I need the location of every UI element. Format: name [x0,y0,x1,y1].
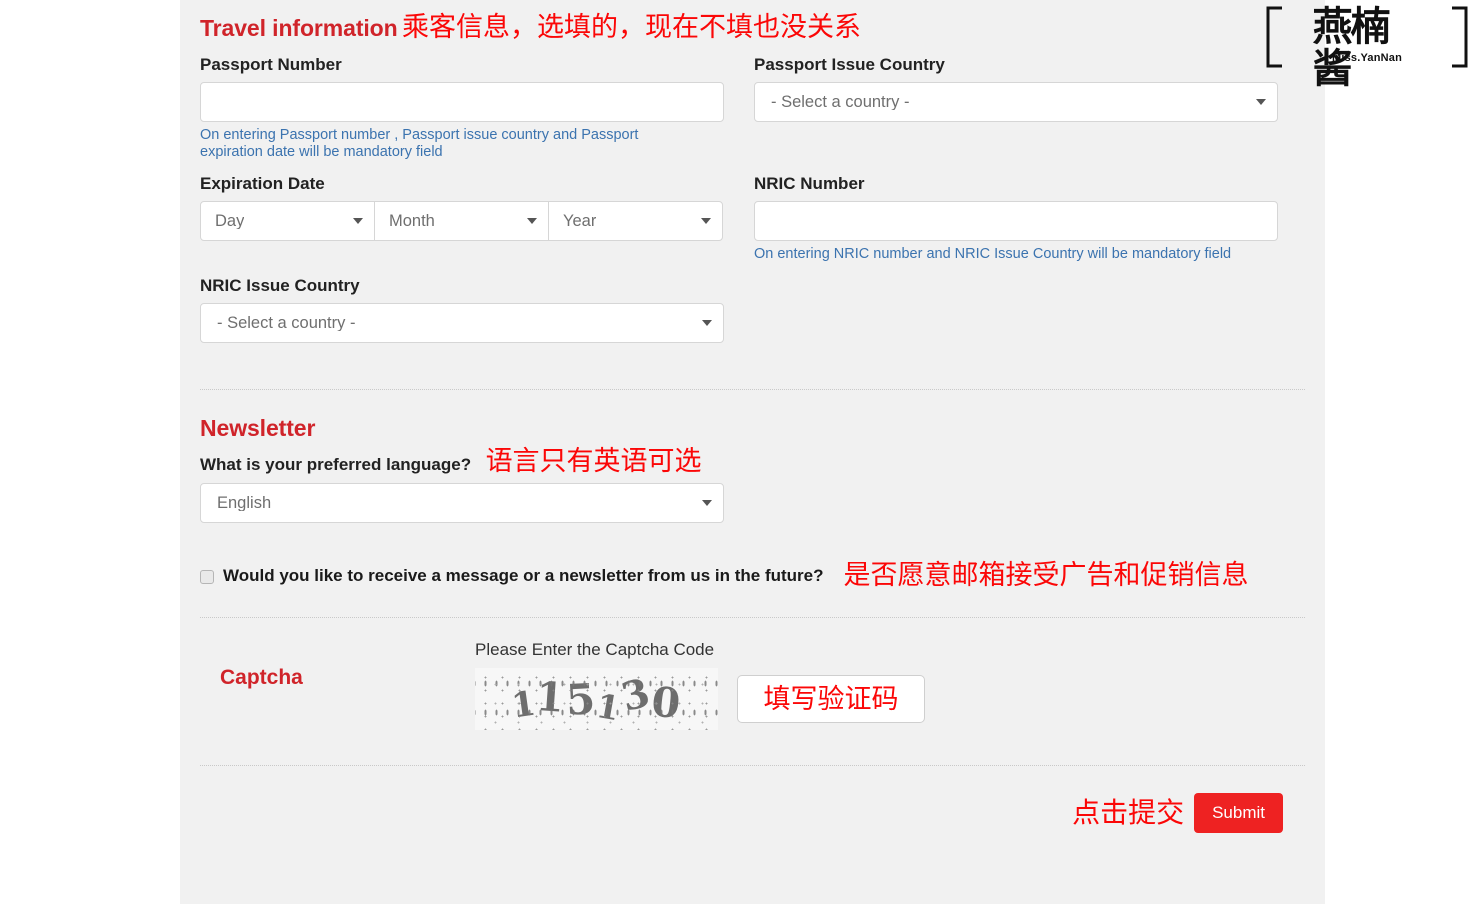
expiration-year-select[interactable]: Year [548,201,723,241]
nric-issue-country-group: NRIC Issue Country - Select a country - [200,275,724,343]
chevron-down-icon [701,218,711,224]
nric-number-group: NRIC Number On entering NRIC number and … [754,173,1278,263]
submit-row: 点击提交 Submit [200,793,1305,833]
passport-issue-country-group: Passport Issue Country - Select a countr… [754,54,1278,161]
captcha-title: Captcha [220,666,303,689]
chevron-down-icon [702,320,712,326]
travel-information-header: Travel information 乘客信息，选填的，现在不填也没关系 [200,0,1305,42]
expiration-date-selects: Day Month Year [200,201,724,241]
captcha-image[interactable]: 115130 [475,668,718,730]
spacer-column [754,275,1278,343]
expiration-year-value: Year [563,212,597,230]
captcha-line: 115130 填写验证码 [475,668,1305,730]
expiration-month-value: Month [389,212,435,230]
language-question-row: What is your preferred language? 语言只有英语可… [200,448,1305,475]
chevron-down-icon [527,218,537,224]
passport-issue-country-label: Passport Issue Country [754,55,945,74]
newsletter-title: Newsletter [200,415,316,441]
form-content: Travel information 乘客信息，选填的，现在不填也没关系 Pas… [200,0,1305,833]
expiration-day-value: Day [215,212,245,230]
watermark-sub-text: Miss.YanNan [1331,52,1403,64]
expiration-day-select[interactable]: Day [200,201,375,241]
divider-captcha-submit [200,765,1305,766]
divider-newsletter-captcha [200,617,1305,618]
nric-helper-text: On entering NRIC number and NRIC Issue C… [754,246,1232,262]
newsletter-consent-label: Would you like to receive a message or a… [223,565,824,585]
passport-issue-country-value: - Select a country - [771,93,910,111]
passport-helper-text: On entering Passport number , Passport i… [200,127,639,160]
passport-issue-country-select[interactable]: - Select a country - [754,82,1278,122]
passport-number-label: Passport Number [200,55,342,74]
divider-travel-newsletter [200,389,1305,390]
submit-button[interactable]: Submit [1194,793,1283,833]
chevron-down-icon [1256,99,1266,105]
passport-number-input[interactable] [200,82,724,122]
passport-number-group: Passport Number On entering Passport num… [200,54,724,161]
language-select[interactable]: English [200,483,724,523]
nric-number-input[interactable] [754,201,1278,241]
chevron-down-icon [353,218,363,224]
captcha-section: Captcha Please Enter the Captcha Code 11… [200,640,1305,730]
submit-annotation: 点击提交 [1072,796,1185,829]
travel-annotation: 乘客信息，选填的，现在不填也没关系 [402,12,862,43]
language-value: English [217,494,272,512]
expiration-date-label: Expiration Date [200,174,325,193]
newsletter-consent-checkbox[interactable] [200,569,214,584]
captcha-input[interactable]: 填写验证码 [737,675,925,723]
language-annotation: 语言只有英语可选 [485,446,702,477]
expiration-month-select[interactable]: Month [374,201,549,241]
expiration-date-group: Expiration Date Day Month Year [200,173,724,263]
language-question-label: What is your preferred language? [200,455,472,474]
page-root: Travel information 乘客信息，选填的，现在不填也没关系 Pas… [0,0,1484,904]
expiration-nric-row: Expiration Date Day Month Year NRIC Numb… [200,173,1305,263]
captcha-prompt: Please Enter the Captcha Code [475,640,715,659]
form-panel: Travel information 乘客信息，选填的，现在不填也没关系 Pas… [180,0,1325,904]
nric-issue-country-value: - Select a country - [217,314,356,332]
nric-issue-country-label: NRIC Issue Country [200,276,360,295]
passport-row: Passport Number On entering Passport num… [200,54,1305,161]
watermark-logo: 燕楠酱 Miss.YanNan [1258,4,1476,90]
nric-issue-country-select[interactable]: - Select a country - [200,303,724,343]
watermark-cn-text: 燕楠酱 [1312,4,1391,92]
chevron-down-icon [702,500,712,506]
captcha-content: Please Enter the Captcha Code 115130 填写验… [475,640,1305,730]
consent-annotation: 是否愿意邮箱接受广告和促销信息 [843,560,1249,591]
page-title: Travel information [200,15,398,41]
nric-issue-country-row: NRIC Issue Country - Select a country - [200,275,1305,343]
newsletter-section: Newsletter What is your preferred langua… [200,415,1305,589]
newsletter-consent-row[interactable]: Would you like to receive a message or a… [200,562,1305,589]
captcha-input-annotation: 填写验证码 [763,683,899,715]
nric-number-label: NRIC Number [754,174,865,193]
captcha-code-text: 115130 [508,669,685,729]
